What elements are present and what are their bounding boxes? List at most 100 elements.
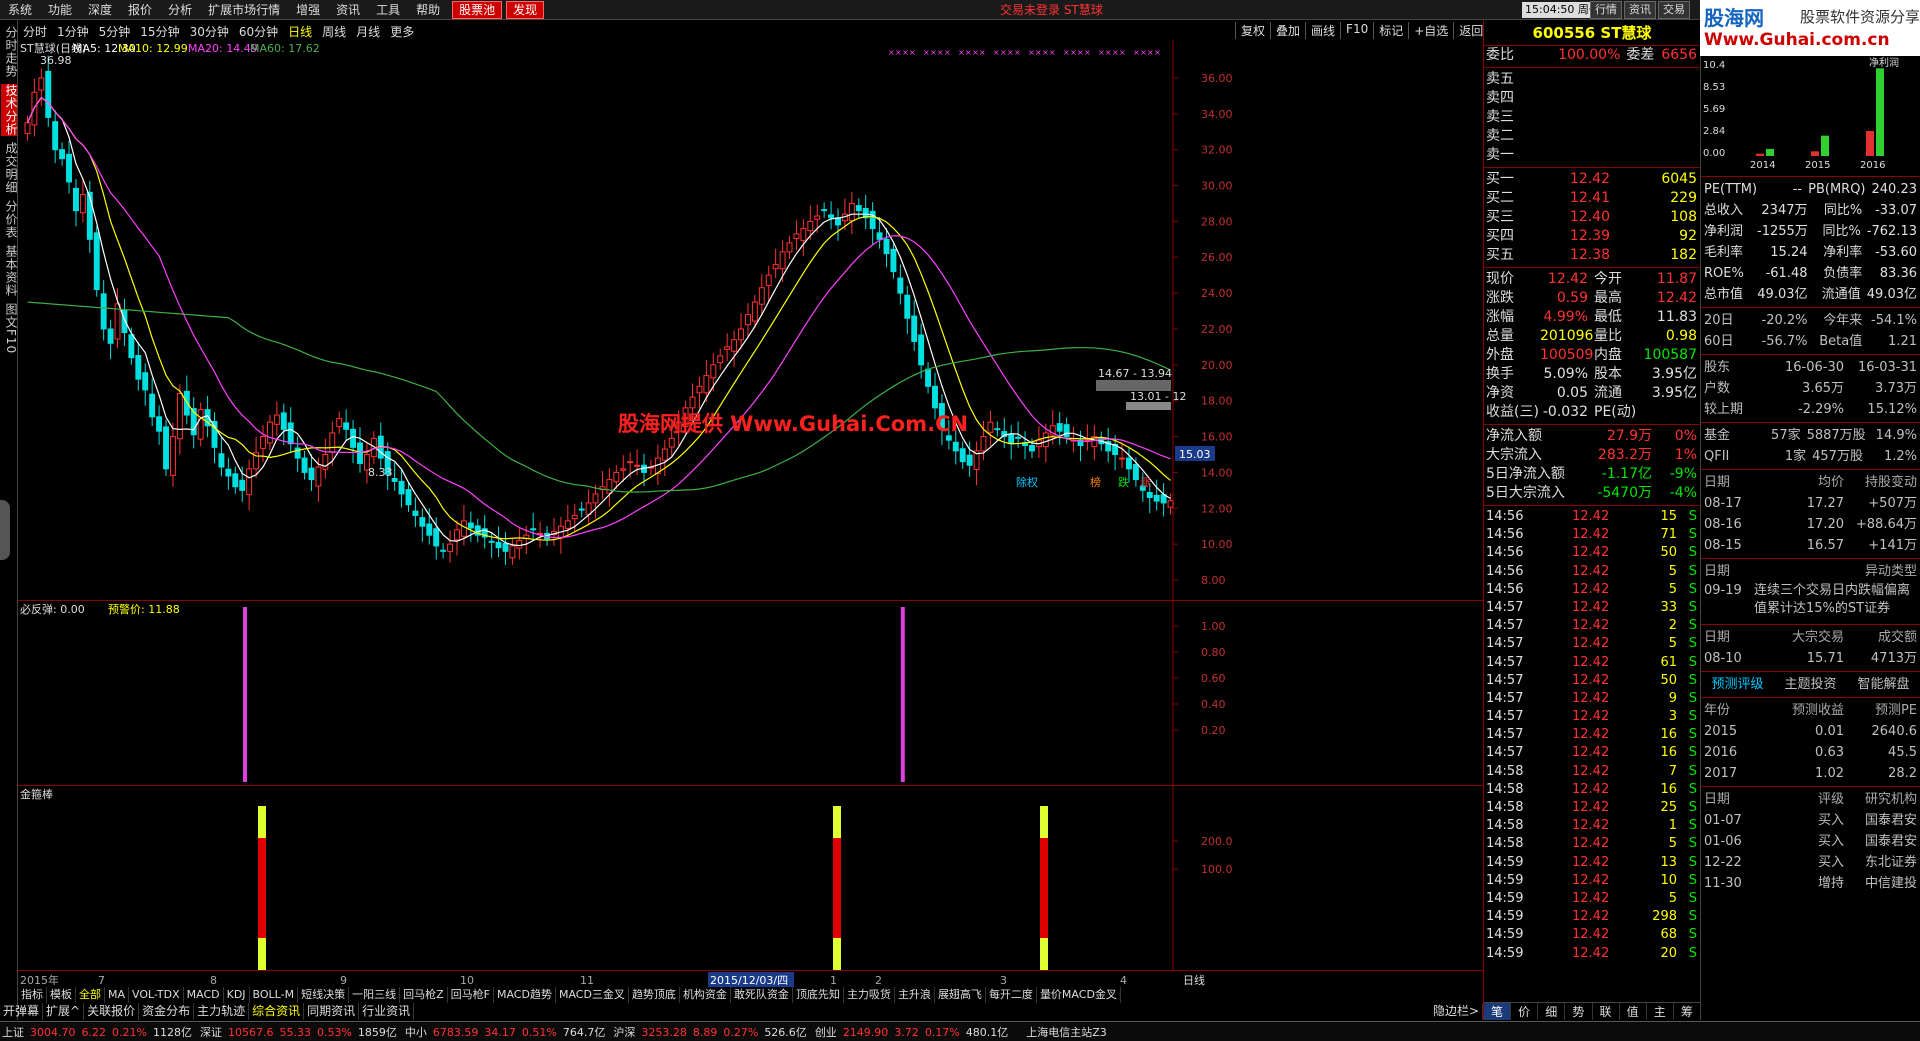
indicator-tab-2[interactable]: 全部: [76, 987, 105, 1003]
period-9[interactable]: 更多: [385, 23, 419, 40]
period-1[interactable]: 1分钟: [52, 23, 94, 40]
jingubang-indicator[interactable]: 金箍棒 200.0 100.0: [18, 785, 1483, 970]
sidebar-tab-0[interactable]: 分时走势: [1, 26, 18, 78]
index-v4: 526.6亿: [764, 1025, 807, 1039]
quote-tab-2[interactable]: 细: [1538, 1003, 1566, 1020]
period-0[interactable]: 分时: [18, 23, 52, 40]
indicator-tab-1[interactable]: 模板: [47, 987, 76, 1003]
indicator-tab-21[interactable]: 每开二度: [986, 987, 1037, 1003]
top-button-2[interactable]: 交易: [1658, 1, 1690, 19]
index-2[interactable]: 中小 6783.59 34.17 0.51% 764.7亿: [403, 1024, 611, 1040]
sidebar-tab-2[interactable]: 成交明细: [1, 142, 18, 194]
indicator-tab-12[interactable]: MACD趋势: [494, 987, 556, 1003]
indicator-tab-14[interactable]: 趋势顶底: [629, 987, 680, 1003]
quote-tab-7[interactable]: 筹: [1674, 1003, 1701, 1020]
indicator-tab-16[interactable]: 敢死队资金: [731, 987, 793, 1003]
quote-tab-6[interactable]: 主: [1647, 1003, 1674, 1020]
period-5[interactable]: 60分钟: [234, 23, 283, 40]
candle: [86, 191, 93, 240]
indicator-tab-3[interactable]: MA: [105, 987, 130, 1003]
quote-tab-3[interactable]: 势: [1565, 1003, 1593, 1020]
profit-bar: [1766, 148, 1774, 156]
quote-tab-5[interactable]: 值: [1620, 1003, 1647, 1020]
sidebar-tab-5[interactable]: 图文F10: [1, 303, 18, 354]
menu-item-9[interactable]: 帮助: [408, 0, 448, 20]
menu-item-2[interactable]: 深度: [80, 0, 120, 20]
candle: [696, 385, 703, 394]
fin-row-cell: -1255万: [1757, 224, 1808, 239]
buy-label: 买一: [1486, 171, 1514, 187]
indicator-tab-5[interactable]: MACD: [184, 987, 224, 1003]
info-tab-3[interactable]: 资金分布: [139, 1003, 195, 1020]
indicator-tab-13[interactable]: MACD三金叉: [556, 987, 629, 1003]
top-button-0[interactable]: 行情: [1590, 1, 1622, 19]
info-tab-5[interactable]: 综合资讯: [249, 1003, 305, 1020]
control-0[interactable]: 复权: [1235, 22, 1270, 39]
period-2[interactable]: 5分钟: [94, 23, 136, 40]
control-5[interactable]: +自选: [1408, 22, 1453, 39]
stock-pool-button[interactable]: 股票池: [452, 0, 503, 19]
period-3[interactable]: 15分钟: [135, 23, 184, 40]
indicator-tab-17[interactable]: 顶底先知: [793, 987, 844, 1003]
index-3[interactable]: 沪深 3253.28 8.89 0.27% 526.6亿: [611, 1024, 812, 1040]
info-tab-4[interactable]: 主力轨迹: [194, 1003, 250, 1020]
index-1[interactable]: 深证 10567.6 55.33 0.53% 1859亿: [198, 1024, 403, 1040]
research-tab-0[interactable]: 预测评级: [1701, 674, 1774, 695]
info-tab-6[interactable]: 同期资讯: [304, 1003, 360, 1020]
period-7[interactable]: 周线: [317, 23, 351, 40]
indicator-tab-19[interactable]: 主升浪: [895, 987, 935, 1003]
menu-item-1[interactable]: 功能: [40, 0, 80, 20]
period-4[interactable]: 30分钟: [185, 23, 234, 40]
indicator-tab-22[interactable]: 量价MACD金叉: [1037, 987, 1121, 1003]
kline-chart[interactable]: 36.00 34.00 32.00 30.00 28.00 26.00 24.00 22.00…: [18, 40, 1483, 600]
indicator-tab-15[interactable]: 机构资金: [680, 987, 731, 1003]
menu-item-3[interactable]: 报价: [120, 0, 160, 20]
control-2[interactable]: 画线: [1305, 22, 1340, 39]
period-8[interactable]: 月线: [351, 23, 385, 40]
indicator-tab-10[interactable]: 回马枪Z: [400, 987, 448, 1003]
sidebar-tab-4[interactable]: 基本资料: [1, 245, 18, 297]
indicator-tab-0[interactable]: 指标: [18, 987, 47, 1003]
indicator-tab-20[interactable]: 展翅高飞: [935, 987, 986, 1003]
info-tab-0[interactable]: 开弹幕: [0, 1003, 44, 1020]
info-tab-2[interactable]: 关联报价: [84, 1003, 140, 1020]
menu-item-0[interactable]: 系统: [0, 0, 40, 20]
info-tab-1[interactable]: 扩展^: [43, 1003, 85, 1020]
menu-item-5[interactable]: 扩展市场行情: [200, 0, 288, 20]
inst-row-cell: 1.2%: [1883, 449, 1918, 464]
control-3[interactable]: F10: [1340, 22, 1373, 39]
menu-item-8[interactable]: 工具: [368, 0, 408, 20]
control-1[interactable]: 叠加: [1270, 22, 1305, 39]
indicator-tab-9[interactable]: 一阳三线: [349, 987, 401, 1003]
quote-tab-1[interactable]: 价: [1511, 1003, 1539, 1020]
indicator-tab-18[interactable]: 主力吸货: [844, 987, 895, 1003]
menu-item-6[interactable]: 增强: [288, 0, 328, 20]
menu-item-7[interactable]: 资讯: [328, 0, 368, 20]
fin-row-cell: 49.03亿: [1866, 287, 1917, 302]
jingubang-bot: [833, 938, 841, 970]
period-6[interactable]: 日线: [283, 23, 317, 40]
info-tab-7[interactable]: 行业资讯: [359, 1003, 415, 1020]
quote-tab-4[interactable]: 联: [1593, 1003, 1620, 1020]
collapse-arrow-icon[interactable]: [0, 500, 10, 560]
sidebar-tab-1[interactable]: 技术分析: [1, 84, 18, 136]
sidebar-tab-3[interactable]: 分价表: [1, 200, 18, 239]
index-4[interactable]: 创业 2149.90 3.72 0.17% 480.1亿: [813, 1024, 1014, 1040]
research-tab-2[interactable]: 智能解盘: [1847, 674, 1920, 695]
menu-item-4[interactable]: 分析: [160, 0, 200, 20]
indicator-tab-6[interactable]: KDJ: [224, 987, 250, 1003]
hide-sidebar-button[interactable]: 隐边栏>: [1430, 1003, 1483, 1020]
bifantan-indicator[interactable]: 必反弹: 0.00 预警价: 11.88 1.00 0.80 0.60 0.40 0.20: [18, 600, 1483, 785]
research-tab-1[interactable]: 主题投资: [1774, 674, 1847, 695]
control-4[interactable]: 标记: [1373, 22, 1408, 39]
index-0[interactable]: 上证 3004.70 6.22 0.21% 1128亿: [0, 1024, 198, 1040]
discover-button[interactable]: 发现: [506, 0, 545, 19]
indicator-tab-11[interactable]: 回马枪F: [448, 987, 494, 1003]
change-row-cell: 08-15: [1704, 538, 1742, 553]
top-button-1[interactable]: 资讯: [1624, 1, 1656, 19]
indicator-tab-4[interactable]: VOL-TDX: [129, 987, 184, 1003]
indicator-tab-8[interactable]: 短线决策: [298, 987, 350, 1003]
quote-tab-0[interactable]: 笔: [1484, 1003, 1512, 1020]
bar-year: 2015: [1805, 160, 1830, 171]
indicator-tab-7[interactable]: BOLL-M: [250, 987, 299, 1003]
